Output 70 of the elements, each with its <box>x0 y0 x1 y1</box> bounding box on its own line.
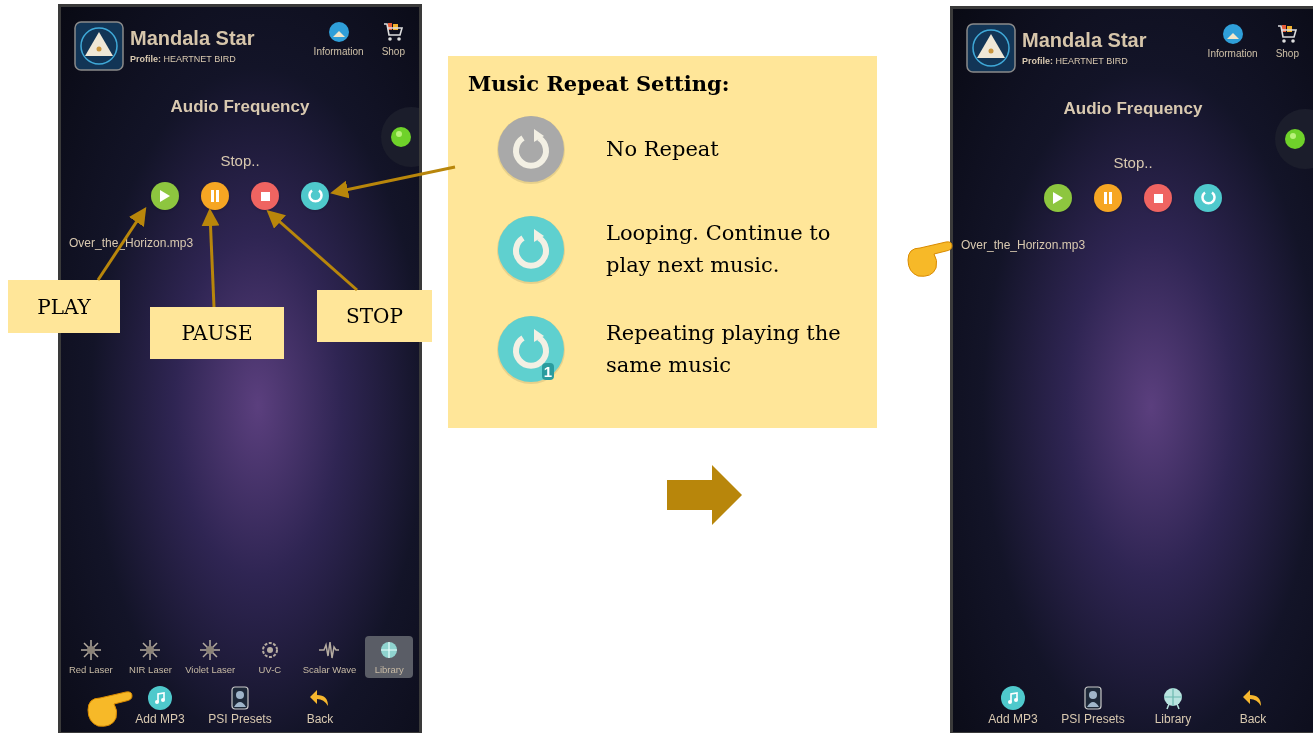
callout-label: PLAY <box>8 280 120 333</box>
play-icon <box>1053 192 1063 204</box>
portrait-icon <box>1081 686 1105 710</box>
information-button[interactable]: Information <box>313 21 364 58</box>
globe-icon <box>1161 686 1185 710</box>
app-title: Mandala Star <box>130 27 255 49</box>
pause-icon <box>211 190 219 202</box>
profile-label: Profile: HEARTNET BIRD <box>130 53 237 66</box>
repeat-button[interactable] <box>301 182 329 210</box>
repeat-icon <box>496 114 566 184</box>
library-button[interactable]: Library <box>1133 686 1213 726</box>
repeat-icon <box>496 214 566 284</box>
status-text: Stop.. <box>219 151 261 171</box>
right-arrow-icon <box>667 465 742 525</box>
stop-icon <box>260 191 270 201</box>
mode-tab[interactable]: Scalar Wave <box>305 636 354 678</box>
cart-icon <box>1276 23 1299 45</box>
play-button[interactable] <box>151 182 179 210</box>
back-button[interactable]: Back <box>280 686 360 726</box>
profile-label: Profile: HEARTNET BIRD <box>1022 55 1129 68</box>
play-button[interactable] <box>1044 184 1072 212</box>
callout-label: PAUSE <box>150 307 284 359</box>
psi-presets-button[interactable]: PSI Presets <box>200 686 280 726</box>
status-light-icon <box>391 127 411 147</box>
portrait-icon <box>228 686 252 710</box>
mode-tab[interactable]: Violet Laser <box>186 636 234 678</box>
legend-title: Music Repeat Setting: <box>467 70 731 97</box>
legend-description: Looping. Continue to play next music. <box>606 220 832 279</box>
add-mp3-button[interactable]: Add MP3 <box>973 686 1053 726</box>
repeat-icon <box>1200 191 1216 205</box>
sunburst-icon <box>139 638 162 661</box>
repeat-button[interactable] <box>1194 184 1222 212</box>
legend-description: No Repeat <box>606 136 720 163</box>
cart-icon <box>382 21 405 43</box>
track-name[interactable]: Over_the_Horizon.mp3 <box>961 238 1313 252</box>
status-text: Stop.. <box>1112 153 1154 173</box>
app-logo-icon <box>966 23 1016 73</box>
psi-presets-button[interactable]: PSI Presets <box>1053 686 1133 726</box>
repeat-icon <box>496 314 566 384</box>
sunburst-icon <box>199 638 222 661</box>
information-button[interactable]: Information <box>1207 23 1258 60</box>
stop-icon <box>1153 193 1163 203</box>
pause-button[interactable] <box>201 182 229 210</box>
mode-tab[interactable]: NIR Laser <box>126 636 175 678</box>
pause-icon <box>1104 192 1112 204</box>
mode-tab[interactable]: UV-C <box>246 636 294 678</box>
callout-label: STOP <box>317 290 432 342</box>
pause-button[interactable] <box>1094 184 1122 212</box>
play-icon <box>160 190 170 202</box>
repeat-icon <box>307 189 323 203</box>
pointing-hand-icon <box>87 691 133 727</box>
status-light-icon <box>1285 129 1305 149</box>
pointing-hand-icon <box>907 241 953 277</box>
legend-description: Repeating playing the same music <box>606 320 842 379</box>
mode-tab[interactable]: Library <box>365 636 413 678</box>
shop-button[interactable]: Shop <box>381 21 405 58</box>
app-title: Mandala Star <box>1022 29 1147 51</box>
stop-button[interactable] <box>251 182 279 210</box>
stop-button[interactable] <box>1144 184 1172 212</box>
app-logo-icon <box>74 21 124 71</box>
globe-icon <box>1221 23 1244 45</box>
back-button[interactable]: Back <box>1213 686 1293 726</box>
screen-title: Audio Frequency <box>169 97 311 117</box>
music-note-icon <box>1001 686 1025 710</box>
mode-tab[interactable]: Red Laser <box>67 636 115 678</box>
sunburst-icon <box>79 638 102 661</box>
screen-title: Audio Frequency <box>1062 99 1204 119</box>
shop-button[interactable]: Shop <box>1275 23 1299 60</box>
globe-icon <box>327 21 350 43</box>
music-note-icon <box>148 686 172 710</box>
